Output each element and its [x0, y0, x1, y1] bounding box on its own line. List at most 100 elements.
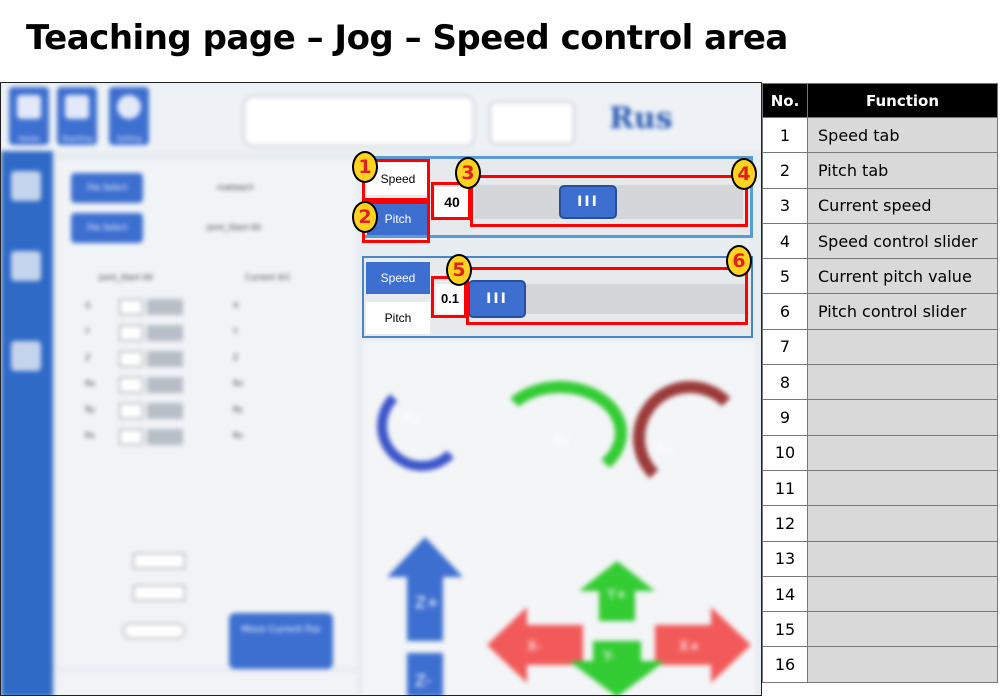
teaching-tab-label: Teaching: [61, 135, 93, 143]
rz-rotate-arc[interactable]: [377, 381, 467, 471]
row-number: 1: [762, 116, 808, 154]
row-number: 9: [762, 399, 808, 436]
teaching-tab-button[interactable]: Teaching: [57, 87, 97, 145]
setting-tab-label: Setting: [116, 135, 142, 143]
row-number: 13: [762, 540, 808, 577]
gear-icon: [117, 95, 141, 119]
y-minus-arrow[interactable]: [567, 641, 667, 696]
row-function: [807, 646, 998, 683]
y-plus-label: Y+: [607, 587, 628, 603]
rz-label: Rz: [403, 411, 421, 427]
page-title: Teaching page – Jog – Speed control area: [26, 18, 788, 58]
row-function: Current speed: [807, 187, 998, 224]
brand-logo: Rus: [609, 101, 673, 136]
badge-4: 4: [731, 158, 757, 190]
row-function: [807, 399, 998, 436]
table-row: 6 Pitch control slider: [762, 293, 998, 330]
rx-label: Rx: [655, 441, 674, 457]
tool-input[interactable]: [133, 585, 185, 601]
row-function: [807, 469, 998, 507]
column-header-2: Current 4/1: [245, 273, 291, 282]
axis-label: Y: [233, 327, 238, 336]
axis-checkbox[interactable]: [119, 325, 143, 341]
row-number: 14: [762, 575, 808, 613]
table-row: 8: [762, 364, 998, 401]
z-plus-arrow[interactable]: [385, 537, 465, 641]
z-minus-label: Z-: [415, 671, 432, 690]
posture-input[interactable]: [133, 553, 185, 569]
y-minus-label: Y-: [603, 649, 615, 665]
rx-rotate-arc[interactable]: [633, 381, 747, 495]
table-row: 15: [762, 611, 998, 648]
axis-label: Ry: [233, 405, 243, 414]
mode-select[interactable]: [489, 101, 575, 145]
column-header-1: Joint_Start 00: [99, 273, 153, 282]
home-tab-button[interactable]: Home: [9, 87, 49, 145]
highlight-speed-slider: [470, 175, 748, 227]
badge-2: 2: [352, 201, 378, 233]
table-row: 4 Speed control slider: [762, 222, 998, 260]
row-function: [807, 505, 998, 542]
row-number: 10: [762, 434, 808, 471]
value-cell: [147, 403, 183, 419]
function-table: No. Function 1 Speed tab 2 Pitch tab 3 Curren…: [762, 83, 998, 683]
row-number: 7: [762, 328, 808, 366]
program-icon[interactable]: [11, 341, 41, 371]
joint-icon[interactable]: [11, 251, 41, 281]
axis-label: Y: [85, 327, 90, 336]
ry-label: Ry: [553, 433, 571, 449]
row-number: 3: [762, 187, 808, 224]
row-number: 6: [762, 293, 808, 330]
move-current-pos-button[interactable]: Move Current Pos: [229, 613, 333, 669]
row-number: 8: [762, 364, 808, 401]
left-sidebar: [1, 151, 53, 695]
row-number: 11: [762, 469, 808, 507]
top-bar: Home Teaching Setting Rus: [1, 83, 761, 151]
table-header-row: No. Function: [762, 83, 998, 118]
x-plus-label: X+: [679, 639, 701, 655]
row-function: [807, 434, 998, 471]
table-row: 3 Current speed: [762, 187, 998, 224]
axis-label: Rz: [233, 431, 243, 440]
pitch-tab[interactable]: Pitch: [366, 302, 430, 334]
x-minus-label: X-: [527, 639, 541, 655]
header-no: No.: [762, 83, 808, 118]
badge-3: 3: [455, 157, 481, 189]
highlight-pitch-slider: [466, 267, 748, 325]
axis-checkbox[interactable]: [119, 299, 143, 315]
badge-6: 6: [726, 245, 752, 277]
file-select-button-1[interactable]: File Select: [71, 173, 143, 203]
row-number: 5: [762, 258, 808, 295]
table-row: 5 Current pitch value: [762, 258, 998, 295]
axis-checkbox[interactable]: [119, 403, 143, 419]
axis-checkbox[interactable]: [119, 377, 143, 393]
header-function: Function: [807, 83, 998, 118]
badge-1: 1: [352, 151, 378, 183]
home-tab-label: Home: [18, 135, 40, 143]
axis-label: Rz: [85, 431, 95, 440]
axis-checkbox[interactable]: [119, 429, 143, 445]
file-select-button-2[interactable]: File Select: [71, 213, 143, 243]
row-function: Speed control slider: [807, 222, 998, 260]
table-row: 12: [762, 505, 998, 542]
axis-label: Rx: [85, 379, 96, 388]
jog-panel: Rz Ry Rx Z+ Z- Y+ X- X+ Y-: [363, 341, 755, 696]
file-name-1: rowteach: [217, 183, 254, 192]
position-panel: File Select File Select rowteach Joint_S…: [57, 161, 357, 669]
table-row: 14: [762, 575, 998, 613]
setting-tab-button[interactable]: Setting: [109, 87, 149, 145]
z-plus-label: Z+: [415, 593, 440, 612]
table-row: 7: [762, 328, 998, 366]
row-function: [807, 328, 998, 366]
speed-tab[interactable]: Speed: [366, 262, 430, 294]
value-cell: [147, 325, 183, 341]
row-number: 12: [762, 505, 808, 542]
tool-toggle[interactable]: [123, 623, 185, 639]
x-plus-arrow[interactable]: [655, 607, 751, 683]
table-row: 10: [762, 434, 998, 471]
table-row: 13: [762, 540, 998, 577]
jog-icon[interactable]: [11, 171, 41, 201]
table-row: 2 Pitch tab: [762, 152, 998, 189]
table-row: 16: [762, 646, 998, 683]
axis-checkbox[interactable]: [119, 351, 143, 367]
